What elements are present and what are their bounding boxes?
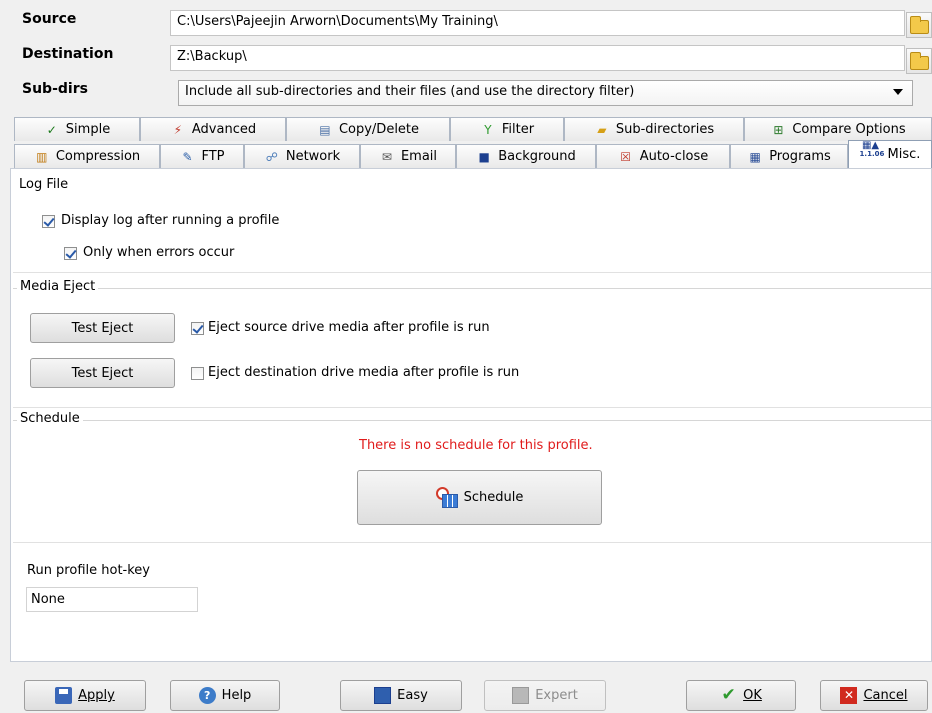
compare-options-icon: ⊞ xyxy=(773,122,784,137)
button-label: Easy xyxy=(397,688,428,703)
display-log-checkbox[interactable] xyxy=(42,215,55,228)
button-label: Apply xyxy=(78,688,115,703)
tab-advanced[interactable]: ⚡ Advanced xyxy=(140,117,286,141)
apply-button[interactable]: Apply xyxy=(24,680,146,711)
tab-background[interactable]: ■ Background xyxy=(456,144,596,168)
tab-label: FTP xyxy=(201,149,225,164)
compression-icon: ▥ xyxy=(36,149,48,164)
tab-label: Email xyxy=(400,149,438,164)
tab-label: Sub-directories xyxy=(615,122,715,137)
background-icon: ■ xyxy=(478,149,490,164)
button-label: Help xyxy=(221,688,252,703)
tab-label: Copy/Delete xyxy=(338,122,420,137)
tab-label: Filter xyxy=(501,122,535,137)
tab-label: Programs xyxy=(769,149,831,164)
tab-sub-directories[interactable]: ▰ Sub-directories xyxy=(564,117,744,141)
easy-button[interactable]: Easy xyxy=(340,680,462,711)
help-icon: ? xyxy=(198,687,216,704)
display-log-label: Display log after running a profile xyxy=(61,213,280,228)
cancel-button[interactable]: ✕ Cancel xyxy=(820,680,928,711)
folder-icon xyxy=(910,16,929,34)
tab-label: Simple xyxy=(65,122,111,137)
destination-browse-button[interactable] xyxy=(906,48,932,74)
tab-misc[interactable]: ▦▲ 1.1.06 Misc. xyxy=(848,140,932,168)
tab-compare-options[interactable]: ⊞ Compare Options xyxy=(744,117,932,141)
ok-button[interactable]: ✔ OK xyxy=(686,680,796,711)
destination-field[interactable]: Z:\Backup\ xyxy=(170,45,905,71)
tab-email[interactable]: ✉ Email xyxy=(360,144,456,168)
close-icon: ✕ xyxy=(840,687,858,704)
filter-icon: Y xyxy=(484,122,492,137)
schedule-title: Schedule xyxy=(17,411,83,426)
subdirs-select[interactable]: Include all sub-directories and their fi… xyxy=(178,80,913,106)
copy-delete-icon: ▤ xyxy=(319,122,331,137)
auto-close-icon: ☒ xyxy=(620,149,632,164)
tab-label: Compression xyxy=(55,149,141,164)
schedule-button[interactable]: Schedule xyxy=(357,470,602,525)
source-field[interactable]: C:\Users\Pajeejin Arworn\Documents\My Tr… xyxy=(170,10,905,36)
misc-icon: ▦▲ 1.1.06 xyxy=(859,139,885,158)
destination-label: Destination xyxy=(22,46,114,62)
subdirs-label: Sub-dirs xyxy=(22,81,88,97)
button-label: Test Eject xyxy=(71,320,134,336)
source-browse-button[interactable] xyxy=(906,12,932,38)
button-label: Test Eject xyxy=(71,365,134,381)
save-icon xyxy=(55,687,73,704)
tab-label: Misc. xyxy=(887,147,921,162)
programs-icon: ▦ xyxy=(749,149,761,164)
check-icon: ✔ xyxy=(721,685,736,705)
button-label: Schedule xyxy=(463,490,524,505)
eject-source-label: Eject source drive media after profile i… xyxy=(208,320,490,335)
log-file-title: Log File xyxy=(16,177,72,192)
test-eject-source-button[interactable]: Test Eject xyxy=(30,313,175,343)
subdirs-select-value: Include all sub-directories and their fi… xyxy=(185,84,635,99)
tab-label: Advanced xyxy=(191,122,257,137)
expert-button[interactable]: Expert xyxy=(484,680,606,711)
tab-label: Auto-close xyxy=(639,149,709,164)
source-label: Source xyxy=(22,11,77,27)
hotkey-label: Run profile hot-key xyxy=(27,563,150,578)
media-eject-title: Media Eject xyxy=(17,279,99,294)
advanced-icon: ⚡ xyxy=(173,122,183,137)
eject-source-checkbox[interactable] xyxy=(191,322,204,335)
tab-compression[interactable]: ▥ Compression xyxy=(14,144,160,168)
tab-programs[interactable]: ▦ Programs xyxy=(730,144,848,168)
folder-icon xyxy=(910,52,929,70)
button-label: Expert xyxy=(535,688,578,703)
tab-label: Network xyxy=(285,149,341,164)
tab-label: Background xyxy=(498,149,576,164)
tab-filter[interactable]: Y Filter xyxy=(450,117,564,141)
media-eject-group: Media Eject Test Eject Eject source driv… xyxy=(13,279,931,408)
network-icon: ☍ xyxy=(265,149,278,164)
only-errors-label: Only when errors occur xyxy=(83,245,235,260)
easy-icon xyxy=(374,687,392,704)
tab-ftp[interactable]: ✎ FTP xyxy=(160,144,244,168)
help-button[interactable]: ? Help xyxy=(170,680,280,711)
chevron-down-icon xyxy=(893,89,903,95)
expert-icon xyxy=(512,687,530,704)
only-errors-checkbox[interactable] xyxy=(64,247,77,260)
schedule-group: Schedule There is no schedule for this p… xyxy=(13,411,931,543)
schedule-icon xyxy=(435,486,458,509)
subdirectories-icon: ▰ xyxy=(597,122,607,137)
ftp-icon: ✎ xyxy=(182,149,193,164)
tab-network[interactable]: ☍ Network xyxy=(244,144,360,168)
test-eject-destination-button[interactable]: Test Eject xyxy=(30,358,175,388)
eject-destination-label: Eject destination drive media after prof… xyxy=(208,365,520,380)
tab-auto-close[interactable]: ☒ Auto-close xyxy=(596,144,730,168)
eject-destination-checkbox[interactable] xyxy=(191,367,204,380)
email-icon: ✉ xyxy=(381,149,392,164)
button-label: OK xyxy=(743,688,762,703)
no-schedule-message: There is no schedule for this profile. xyxy=(359,438,593,453)
tab-simple[interactable]: ✓ Simple xyxy=(14,117,140,141)
tab-copy-delete[interactable]: ▤ Copy/Delete xyxy=(286,117,450,141)
tab-label: Compare Options xyxy=(792,122,906,137)
button-label: Cancel xyxy=(863,688,908,703)
hotkey-field[interactable]: None xyxy=(26,587,198,612)
log-file-group: Log File Display log after running a pro… xyxy=(13,177,931,273)
simple-icon: ✓ xyxy=(46,122,57,137)
